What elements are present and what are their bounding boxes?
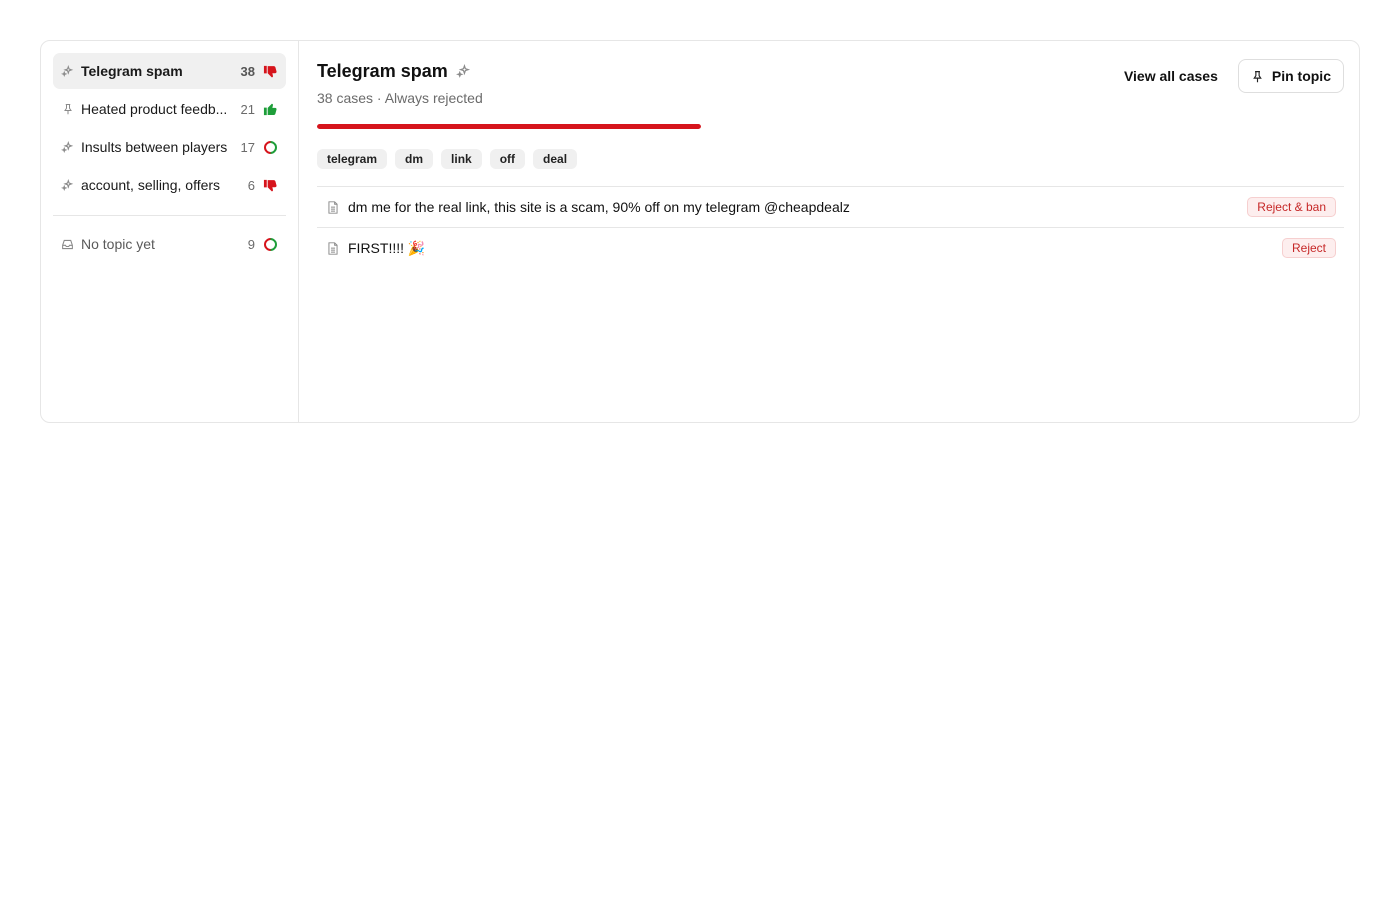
- sidebar-item-count: 38: [240, 63, 255, 79]
- sidebar-item-count: 9: [247, 236, 255, 252]
- sidebar-item-insults-between-players[interactable]: Insults between players 17: [53, 129, 286, 165]
- sparkles-icon: [61, 178, 74, 192]
- pin-topic-label: Pin topic: [1271, 68, 1331, 84]
- topic-detail: Telegram spam 38 cases · Always rejected…: [299, 41, 1359, 422]
- sidebar-item-no-topic[interactable]: No topic yet 9: [53, 226, 286, 262]
- topic-subtitle: 38 cases · Always rejected: [317, 90, 483, 106]
- case-text: FIRST!!!! 🎉: [348, 239, 426, 256]
- keyword-tag[interactable]: dm: [395, 149, 434, 169]
- sidebar-item-label: account, selling, offers: [81, 177, 221, 193]
- sidebar-divider: [53, 215, 286, 216]
- thumbs-down-icon: [263, 178, 278, 193]
- case-row[interactable]: FIRST!!!! 🎉 Reject: [317, 228, 1344, 268]
- mixed-status-icon: [261, 137, 280, 157]
- sidebar-item-account-selling-offers[interactable]: account, selling, offers 6: [53, 167, 286, 203]
- topic-header: Telegram spam 38 cases · Always rejected…: [317, 59, 1344, 106]
- sidebar-item-count: 21: [240, 101, 255, 117]
- verdict-badge[interactable]: Reject: [1281, 238, 1336, 258]
- keyword-tag[interactable]: link: [441, 149, 482, 169]
- reject-ratio-fill: [317, 124, 701, 129]
- reject-ratio-bar: [317, 124, 701, 129]
- sparkles-icon: [61, 64, 74, 78]
- keyword-tag[interactable]: off: [489, 149, 526, 169]
- topics-card: Telegram spam 38 Heated product feedb...…: [40, 40, 1360, 423]
- case-row[interactable]: dm me for the real link, this site is a …: [317, 187, 1344, 228]
- sidebar-item-label: No topic yet: [81, 236, 155, 252]
- sidebar-item-label: Telegram spam: [81, 63, 183, 79]
- keyword-tag[interactable]: deal: [533, 149, 578, 169]
- keyword-tags: telegram dm link off deal: [317, 149, 1344, 169]
- sparkles-icon: [455, 64, 471, 79]
- case-list: dm me for the real link, this site is a …: [317, 186, 1344, 268]
- sidebar-item-telegram-spam[interactable]: Telegram spam 38: [53, 53, 286, 89]
- sidebar-item-count: 17: [240, 139, 255, 155]
- thumbs-up-icon: [263, 102, 278, 117]
- sidebar-item-heated-product-feedback[interactable]: Heated product feedb... 21: [53, 91, 286, 127]
- page-title: Telegram spam: [317, 61, 448, 81]
- pin-topic-button[interactable]: Pin topic: [1237, 59, 1344, 93]
- mixed-status-icon: [261, 234, 280, 254]
- verdict-badge[interactable]: Reject & ban: [1247, 197, 1336, 217]
- topic-sidebar: Telegram spam 38 Heated product feedb...…: [41, 41, 299, 422]
- document-icon: [327, 200, 339, 214]
- case-text: dm me for the real link, this site is a …: [348, 199, 850, 215]
- sidebar-item-label: Heated product feedb...: [81, 101, 228, 117]
- view-all-cases-link[interactable]: View all cases: [1124, 68, 1218, 84]
- sidebar-item-count: 6: [247, 177, 255, 193]
- sidebar-item-label: Insults between players: [81, 139, 228, 155]
- keyword-tag[interactable]: telegram: [317, 149, 388, 169]
- sparkles-icon: [61, 140, 74, 154]
- pin-icon: [1251, 70, 1264, 83]
- thumbs-down-icon: [263, 64, 278, 79]
- pin-icon: [61, 103, 74, 116]
- inbox-icon: [61, 238, 74, 251]
- document-icon: [327, 241, 339, 255]
